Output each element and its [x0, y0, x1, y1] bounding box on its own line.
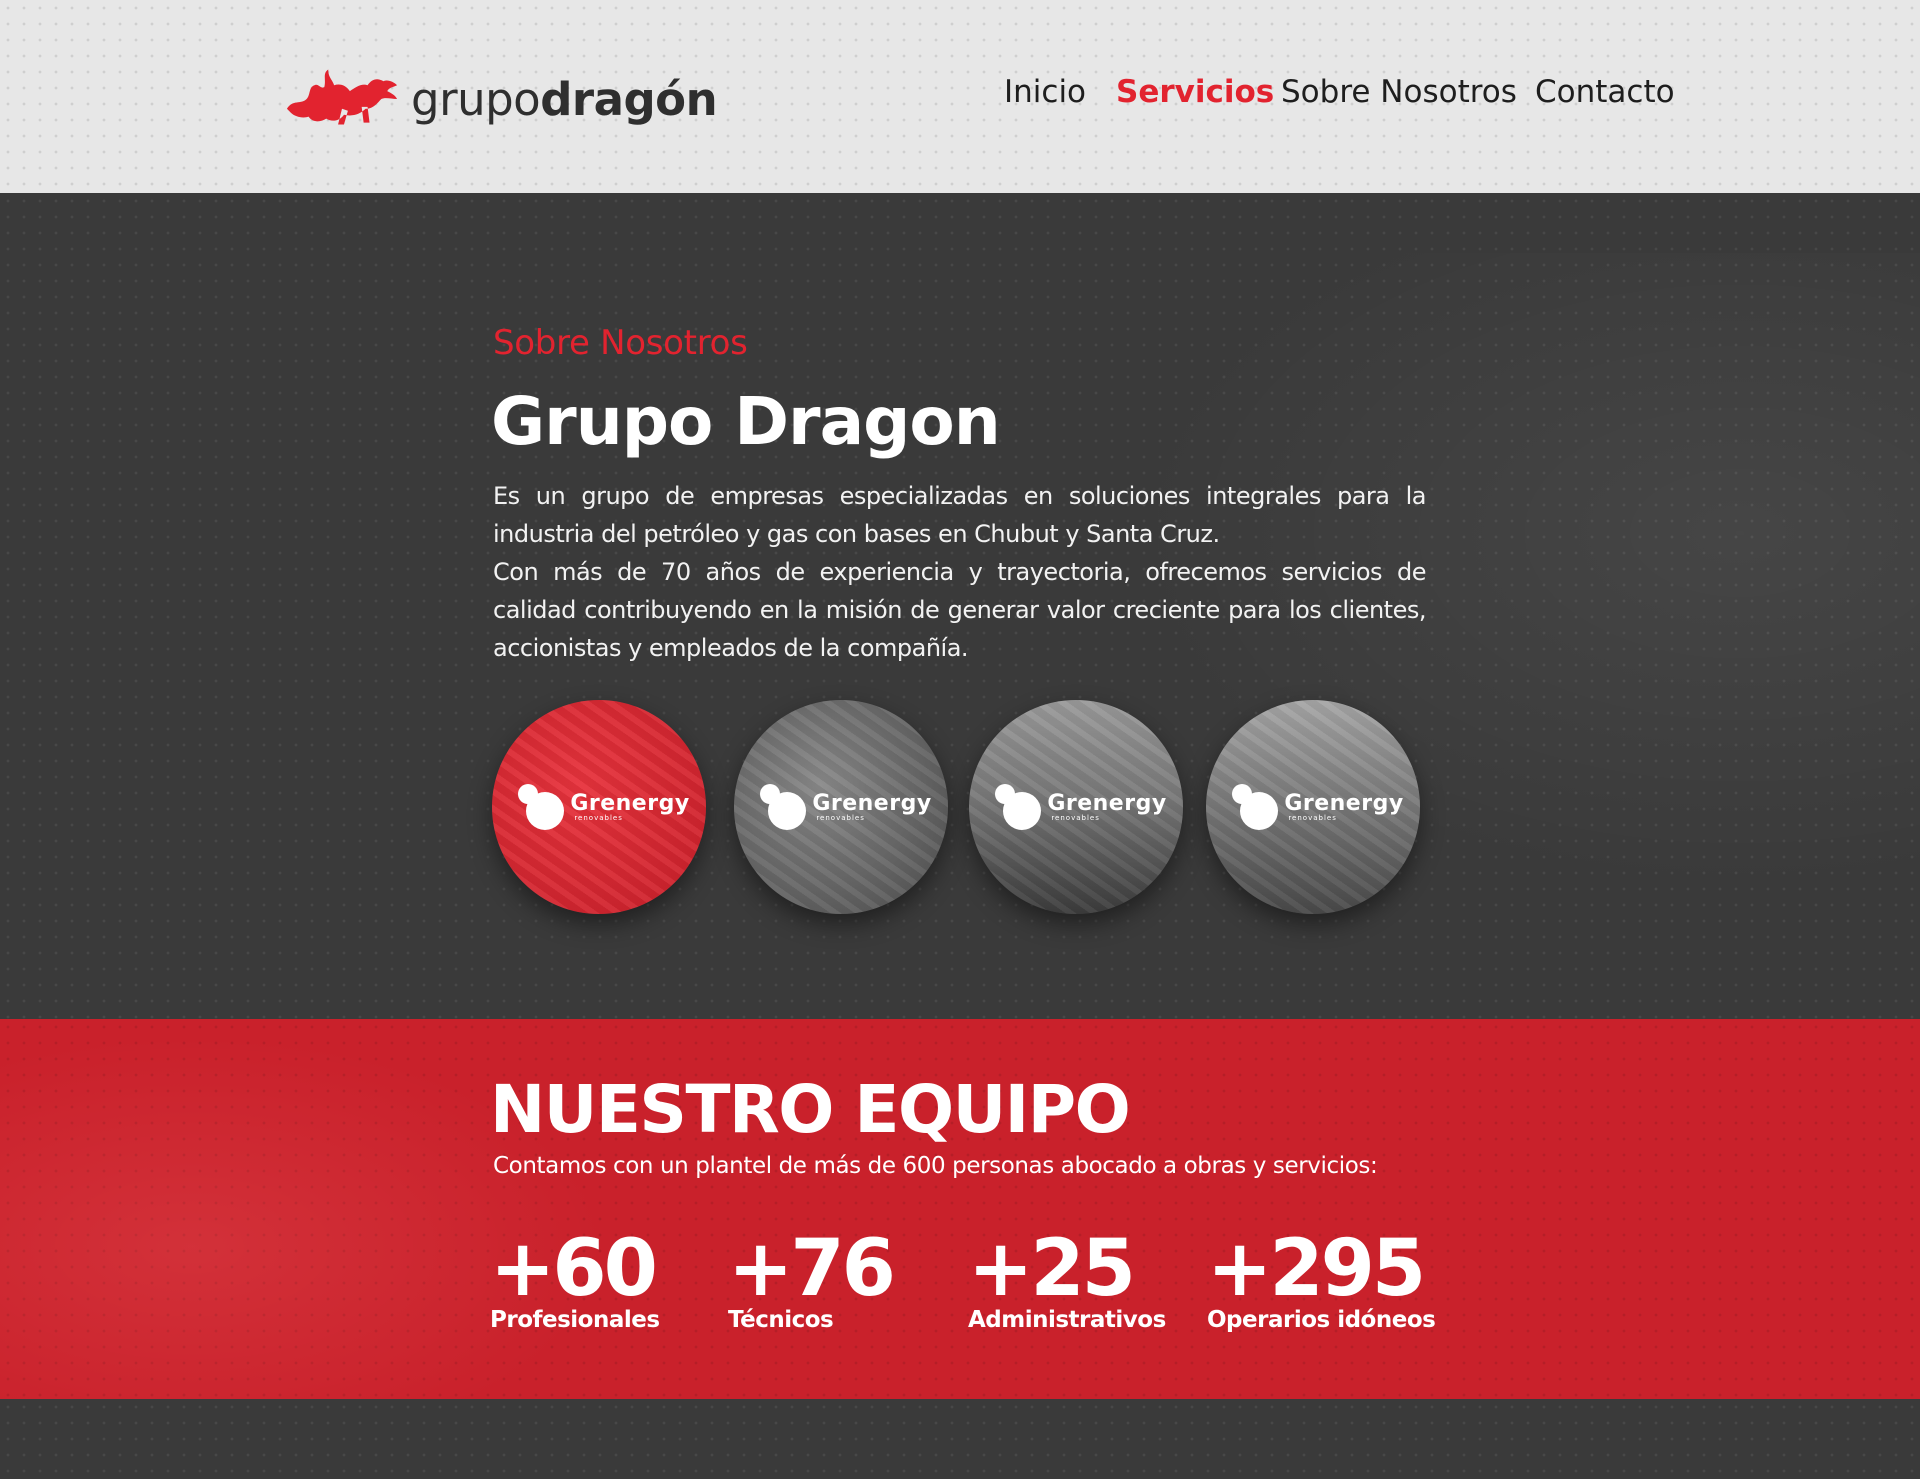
team-subtitle: Contamos con un plantel de más de 600 pe… — [493, 1153, 1378, 1179]
grenergy-icon — [995, 784, 1042, 830]
site-header: grupodragón Inicio Servicios Sobre Nosot… — [0, 0, 1920, 193]
grenergy-icon — [1232, 784, 1279, 830]
stat-item: +295 Operarios idóneos — [1207, 1224, 1436, 1333]
footer-strip — [0, 1399, 1920, 1479]
stat-item: +25 Administrativos — [968, 1229, 1166, 1333]
stat-value: +25 — [968, 1224, 1136, 1314]
nav-contacto[interactable]: Contacto — [1535, 74, 1675, 110]
company-name: Grenergy — [570, 790, 690, 816]
about-paragraph: Con más de 70 años de experiencia y tray… — [493, 558, 1427, 662]
company-card[interactable]: Grenergy renovables — [492, 700, 706, 914]
company-name: Grenergy — [1047, 790, 1167, 816]
about-description: Es un grupo de empresas especializadas e… — [493, 477, 1427, 667]
stat-item: +60 Profesionales — [490, 1229, 660, 1333]
section-eyebrow: Sobre Nosotros — [493, 323, 748, 363]
company-card[interactable]: Grenergy renovables — [969, 700, 1183, 914]
stat-value: +76 — [728, 1224, 896, 1314]
stat-label: Operarios idóneos — [1207, 1307, 1436, 1333]
company-card[interactable]: Grenergy renovables — [734, 700, 948, 914]
company-name: Grenergy — [812, 790, 932, 816]
company-list: Grenergy renovables Grenergy renovables … — [0, 700, 1920, 920]
company-logo: Grenergy renovables — [760, 784, 931, 830]
stat-value: +295 — [1207, 1224, 1426, 1314]
company-card[interactable]: Grenergy renovables — [1206, 700, 1420, 914]
company-logo: Grenergy renovables — [1232, 784, 1403, 830]
team-section: NUESTRO EQUIPO Contamos con un plantel d… — [0, 1019, 1920, 1399]
main-nav: Inicio Servicios Sobre Nosotros Contacto — [0, 74, 1920, 124]
team-title: NUESTRO EQUIPO — [490, 1071, 1131, 1148]
about-paragraph: Es un grupo de empresas especializadas e… — [493, 482, 1427, 548]
company-sub: renovables — [1051, 813, 1100, 822]
page-title: Grupo Dragon — [491, 383, 1001, 460]
company-logo: Grenergy renovables — [995, 784, 1166, 830]
company-sub: renovables — [816, 813, 865, 822]
nav-sobre-nosotros[interactable]: Sobre Nosotros — [1281, 74, 1517, 110]
grenergy-icon — [518, 784, 565, 830]
stat-value: +60 — [490, 1224, 658, 1314]
company-sub: renovables — [1288, 813, 1337, 822]
company-sub: renovables — [574, 813, 623, 822]
company-logo: Grenergy renovables — [518, 784, 689, 830]
company-name: Grenergy — [1284, 790, 1404, 816]
nav-inicio[interactable]: Inicio — [1004, 74, 1086, 110]
stat-label: Administrativos — [968, 1307, 1166, 1333]
stat-label: Profesionales — [490, 1307, 660, 1333]
grenergy-icon — [760, 784, 807, 830]
about-section: Sobre Nosotros Grupo Dragon Es un grupo … — [0, 193, 1920, 1019]
nav-servicios[interactable]: Servicios — [1116, 74, 1274, 110]
stat-item: +76 Técnicos — [728, 1224, 896, 1333]
